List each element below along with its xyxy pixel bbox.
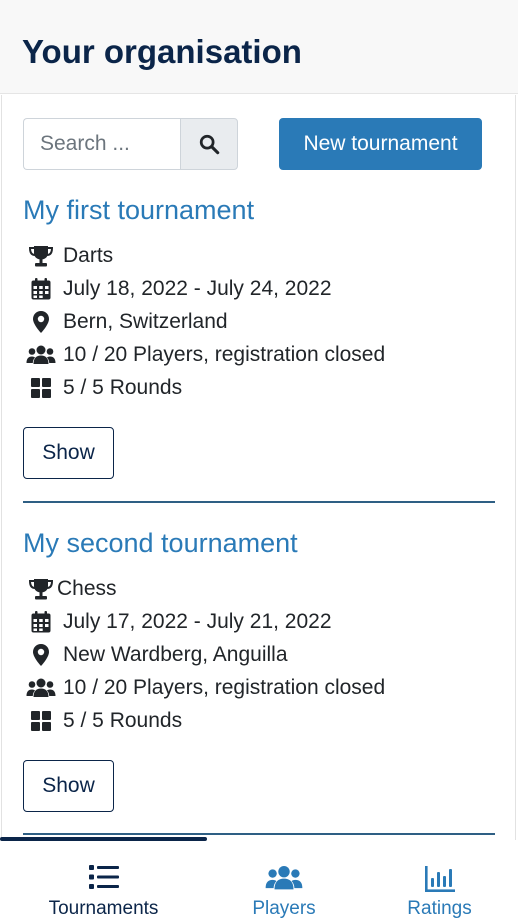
calendar-icon: [25, 609, 57, 635]
calendar-icon: [25, 276, 57, 302]
players-label: 10 / 20 Players, registration closed: [63, 343, 386, 366]
map-marker-icon: [25, 642, 57, 668]
tournament-dates: July 17, 2022 - July 21, 2022: [23, 607, 332, 637]
tournament-card: My first tournament Darts July 18, 2022 …: [23, 193, 495, 483]
tournament-title-link[interactable]: My second tournament: [23, 526, 495, 560]
game-label: Darts: [63, 244, 114, 267]
trophy-icon: [25, 243, 57, 269]
tournament-players: 10 / 20 Players, registration closed: [23, 673, 385, 703]
new-tournament-button[interactable]: New tournament: [279, 118, 482, 170]
location-label: Bern, Switzerland: [63, 310, 228, 333]
tournament-card: My second tournament Chess July 17, 2022…: [23, 526, 495, 816]
search-group: [23, 118, 238, 170]
search-icon: [199, 134, 220, 155]
rounds-label: 5 / 5 Rounds: [63, 376, 183, 399]
users-icon: [25, 342, 57, 368]
tournament-players: 10 / 20 Players, registration closed: [23, 340, 385, 370]
users-icon: [25, 675, 57, 701]
tournament-rounds: 5 / 5 Rounds: [23, 706, 182, 736]
dates-label: July 18, 2022 - July 24, 2022: [63, 277, 332, 300]
divider: [23, 833, 495, 835]
nav-label-tournaments: Tournaments: [48, 898, 159, 919]
nav-item-players[interactable]: Players: [207, 840, 361, 920]
show-button[interactable]: Show: [23, 760, 114, 812]
bottom-nav: Tournaments Players Ratings: [0, 837, 518, 920]
divider: [23, 501, 495, 503]
tournament-rounds: 5 / 5 Rounds: [23, 373, 182, 403]
nav-label-ratings: Ratings: [407, 898, 472, 919]
tournament-location: Bern, Switzerland: [23, 307, 228, 337]
map-marker-icon: [25, 309, 57, 335]
page-header: Your organisation: [0, 0, 518, 94]
tournament-game: Chess: [23, 574, 117, 604]
tournament-title-link[interactable]: My first tournament: [23, 193, 495, 227]
page-title: Your organisation: [22, 33, 302, 70]
users-icon: [265, 840, 303, 892]
players-label: 10 / 20 Players, registration closed: [63, 676, 386, 699]
trophy-icon: [25, 576, 57, 602]
show-button[interactable]: Show: [23, 427, 114, 479]
search-button[interactable]: [180, 118, 238, 170]
search-input[interactable]: [23, 118, 181, 170]
dates-label: July 17, 2022 - July 21, 2022: [63, 610, 332, 633]
nav-label-players: Players: [252, 898, 316, 919]
nav-item-ratings[interactable]: Ratings: [361, 840, 518, 920]
tournament-location: New Wardberg, Anguilla: [23, 640, 288, 670]
game-label: Chess: [57, 577, 117, 600]
list-icon: [88, 840, 119, 890]
grid-icon: [25, 708, 57, 734]
location-label: New Wardberg, Anguilla: [63, 643, 288, 666]
rounds-label: 5 / 5 Rounds: [63, 709, 183, 732]
nav-item-tournaments[interactable]: Tournaments: [0, 840, 207, 920]
tournament-game: Darts: [23, 241, 113, 271]
grid-icon: [25, 375, 57, 401]
chart-bar-icon: [424, 840, 455, 892]
tournament-dates: July 18, 2022 - July 24, 2022: [23, 274, 332, 304]
